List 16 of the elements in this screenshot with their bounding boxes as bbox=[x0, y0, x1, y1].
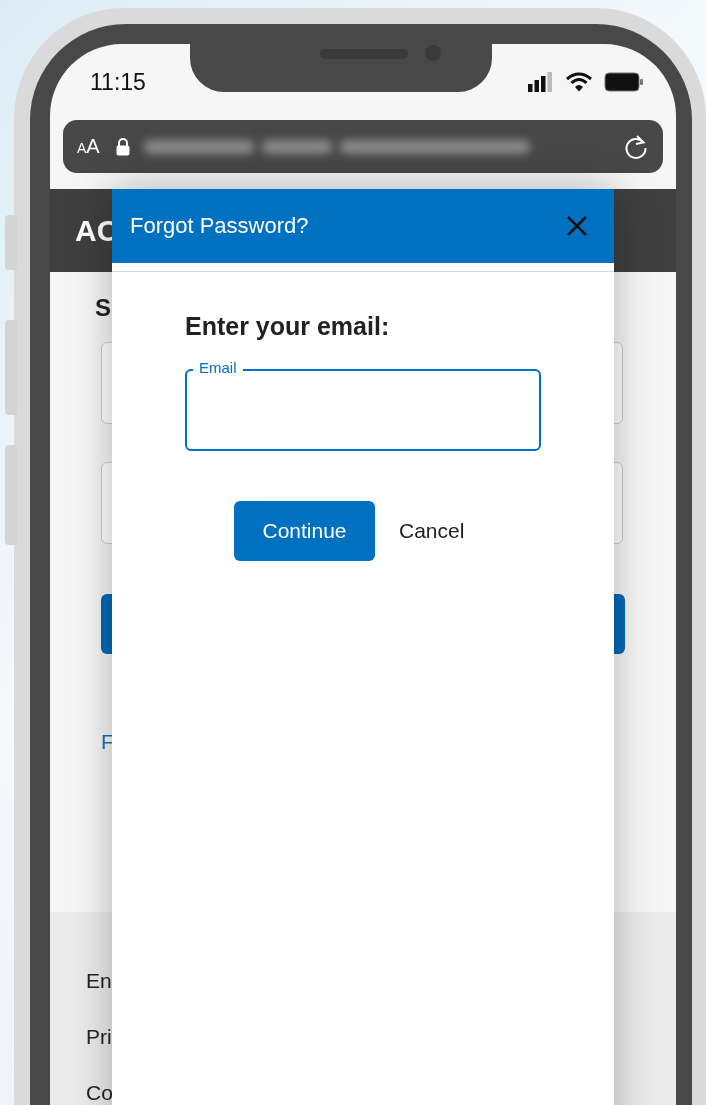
battery-icon bbox=[604, 72, 644, 92]
page-heading: S bbox=[95, 294, 111, 322]
wifi-icon bbox=[566, 72, 592, 92]
email-field[interactable]: Email bbox=[185, 359, 541, 451]
status-time: 11:15 bbox=[90, 68, 146, 96]
dialog-prompt: Enter your email: bbox=[185, 312, 390, 341]
dialog-title: Forgot Password? bbox=[130, 213, 309, 239]
page-link[interactable]: F bbox=[101, 730, 114, 754]
continue-button[interactable]: Continue bbox=[234, 501, 375, 561]
address-bar[interactable]: AA bbox=[63, 120, 663, 173]
lock-icon bbox=[115, 137, 130, 156]
close-icon[interactable] bbox=[566, 215, 588, 237]
reload-icon[interactable] bbox=[623, 133, 649, 160]
cancel-button[interactable]: Cancel bbox=[381, 509, 483, 553]
text-size-button[interactable]: AA bbox=[77, 135, 100, 158]
signal-icon bbox=[528, 72, 554, 92]
